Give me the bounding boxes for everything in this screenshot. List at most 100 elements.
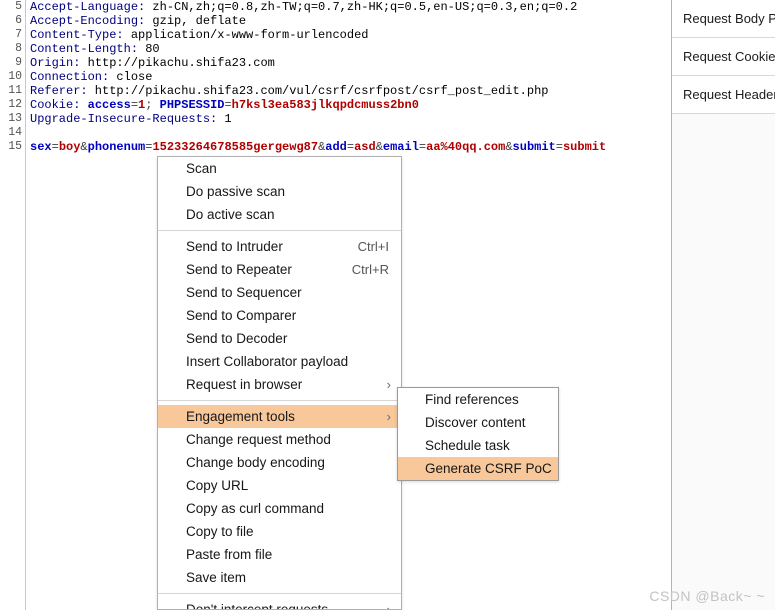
context-menu-item-don-t-intercept-requests[interactable]: Don't intercept requests ›	[158, 598, 401, 610]
code-token: access	[87, 98, 131, 112]
code-token: close	[109, 70, 153, 84]
menu-item-label: Send to Sequencer	[186, 285, 302, 300]
request-line: Accept-Encoding: gzip, deflate	[30, 14, 671, 28]
line-number: 6	[15, 14, 22, 27]
context-menu-item-send-to-sequencer[interactable]: Send to Sequencer	[158, 281, 401, 304]
context-menu-item-engagement-tools[interactable]: Engagement tools ›	[158, 405, 401, 428]
code-token: 15233264678585gergewg87	[152, 140, 319, 154]
code-token: submit	[562, 140, 607, 154]
context-menu-item-copy-as-curl-command[interactable]: Copy as curl command	[158, 497, 401, 520]
code-token: =	[130, 98, 139, 112]
context-menu-item-paste-from-file[interactable]: Paste from file	[158, 543, 401, 566]
menu-item-label: Send to Comparer	[186, 308, 297, 323]
context-menu-item-send-to-intruder[interactable]: Send to Intruder Ctrl+I	[158, 235, 401, 258]
code-token: =	[555, 140, 563, 154]
inspector-section-1[interactable]: Request Body Parameters	[672, 0, 775, 38]
inspector-section-label: Request Cookies	[683, 49, 775, 64]
code-token: add	[325, 140, 347, 154]
screen-root: 5 6 7 8 9 10 11 12 13 14 15 Accept-Language: zh-CN…	[0, 0, 775, 610]
menu-item-label: Change body encoding	[186, 455, 325, 470]
menu-item-label: Change request method	[186, 432, 331, 447]
inspector-section-3[interactable]: Request Headers	[672, 76, 775, 114]
line-number: 13	[8, 112, 22, 125]
chevron-right-icon: ›	[386, 602, 391, 610]
code-token: Connection:	[30, 70, 110, 84]
request-line	[30, 126, 671, 140]
menu-item-label: Copy as curl command	[186, 501, 325, 516]
code-token: http://pikachu.shifa23.com	[80, 56, 275, 70]
code-token: 80	[138, 42, 160, 56]
context-menu-item-do-active-scan[interactable]: Do active scan	[158, 203, 401, 226]
menu-item-label: Copy URL	[186, 478, 249, 493]
menu-item-label: Don't intercept requests	[186, 602, 329, 610]
chevron-right-icon: ›	[386, 409, 391, 424]
menu-item-label: Save item	[186, 570, 247, 585]
menu-item-label: Request in browser	[186, 377, 303, 392]
menu-item-label: Send to Decoder	[186, 331, 288, 346]
context-menu[interactable]: Scan Do passive scan Do active scan Send to…	[157, 156, 402, 610]
submenu-item-discover-content[interactable]: Discover content	[398, 411, 558, 434]
code-token: =	[51, 140, 59, 154]
code-token: Origin:	[30, 56, 81, 70]
line-number: 8	[15, 42, 22, 55]
menu-item-label: Send to Intruder	[186, 239, 283, 254]
context-menu-item-send-to-decoder[interactable]: Send to Decoder	[158, 327, 401, 350]
menu-item-label: Engagement tools	[186, 409, 295, 424]
line-number: 15	[8, 140, 22, 153]
submenu-item-schedule-task[interactable]: Schedule task	[398, 434, 558, 457]
context-menu-item-copy-to-file[interactable]: Copy to file	[158, 520, 401, 543]
context-menu-item-insert-collaborator-payload[interactable]: Insert Collaborator payload	[158, 350, 401, 373]
code-token: boy	[58, 140, 81, 154]
line-number: 9	[15, 56, 22, 69]
inspector-panel-empty-area	[672, 114, 775, 610]
engagement-tools-submenu[interactable]: Find references Discover content Schedule …	[397, 387, 559, 481]
code-token: Cookie:	[30, 98, 81, 112]
code-token: submit	[512, 140, 556, 154]
context-menu-item-do-passive-scan[interactable]: Do passive scan	[158, 180, 401, 203]
menu-separator	[158, 593, 401, 594]
code-token: =	[346, 140, 355, 154]
code-token: PHPSESSID	[159, 98, 225, 112]
line-number: 12	[8, 98, 22, 111]
submenu-item-generate-csrf-poc[interactable]: Generate CSRF PoC	[398, 457, 558, 480]
context-menu-item-scan[interactable]: Scan	[158, 157, 401, 180]
menu-item-label: Generate CSRF PoC	[425, 461, 552, 476]
code-token: Upgrade-Insecure-Requests:	[30, 112, 218, 126]
menu-separator	[158, 230, 401, 231]
code-token: asd	[354, 140, 376, 154]
request-line: Cookie: access=1; PHPSESSID=h7ksl3ea583j…	[30, 98, 671, 112]
context-menu-item-change-body-encoding[interactable]: Change body encoding	[158, 451, 401, 474]
inspector-section-2[interactable]: Request Cookies	[672, 38, 775, 76]
code-token: phonenum	[87, 140, 146, 154]
code-token: Content-Type:	[30, 28, 124, 42]
code-token: gzip, deflate	[145, 14, 247, 28]
code-token: http://pikachu.shifa23.com/vul/csrf/csrf…	[87, 84, 549, 98]
submenu-item-find-references[interactable]: Find references	[398, 388, 558, 411]
context-menu-item-send-to-repeater[interactable]: Send to Repeater Ctrl+R	[158, 258, 401, 281]
code-token: &	[505, 140, 513, 154]
code-token: Accept-Encoding:	[30, 14, 146, 28]
code-token: Accept-Language:	[30, 0, 146, 14]
request-line: Content-Length: 80	[30, 42, 671, 56]
line-number: 14	[8, 126, 22, 139]
line-number: 5	[15, 0, 22, 13]
code-token: sex	[30, 140, 52, 154]
request-line: Upgrade-Insecure-Requests: 1	[30, 112, 671, 126]
menu-separator	[158, 400, 401, 401]
menu-item-label: Discover content	[425, 415, 526, 430]
request-line: Content-Type: application/x-www-form-url…	[30, 28, 671, 42]
context-menu-item-request-in-browser[interactable]: Request in browser ›	[158, 373, 401, 396]
request-line: Origin: http://pikachu.shifa23.com	[30, 56, 671, 70]
menu-item-shortcut: Ctrl+R	[351, 262, 389, 277]
context-menu-item-change-request-method[interactable]: Change request method	[158, 428, 401, 451]
inspector-panel: Request Body Parameters Request Cookies Re…	[671, 0, 775, 610]
context-menu-item-send-to-comparer[interactable]: Send to Comparer	[158, 304, 401, 327]
code-token: application/x-www-form-urlencoded	[123, 28, 369, 42]
inspector-section-label: Request Headers	[683, 87, 775, 102]
code-token: &	[375, 140, 383, 154]
code-token: aa%40qq.com	[426, 140, 506, 154]
request-line: Referer: http://pikachu.shifa23.com/vul/…	[30, 84, 671, 98]
context-menu-item-copy-url[interactable]: Copy URL	[158, 474, 401, 497]
code-token: h7ksl3ea583jlkqpdcmuss2bn0	[231, 98, 419, 112]
context-menu-item-save-item[interactable]: Save item	[158, 566, 401, 589]
